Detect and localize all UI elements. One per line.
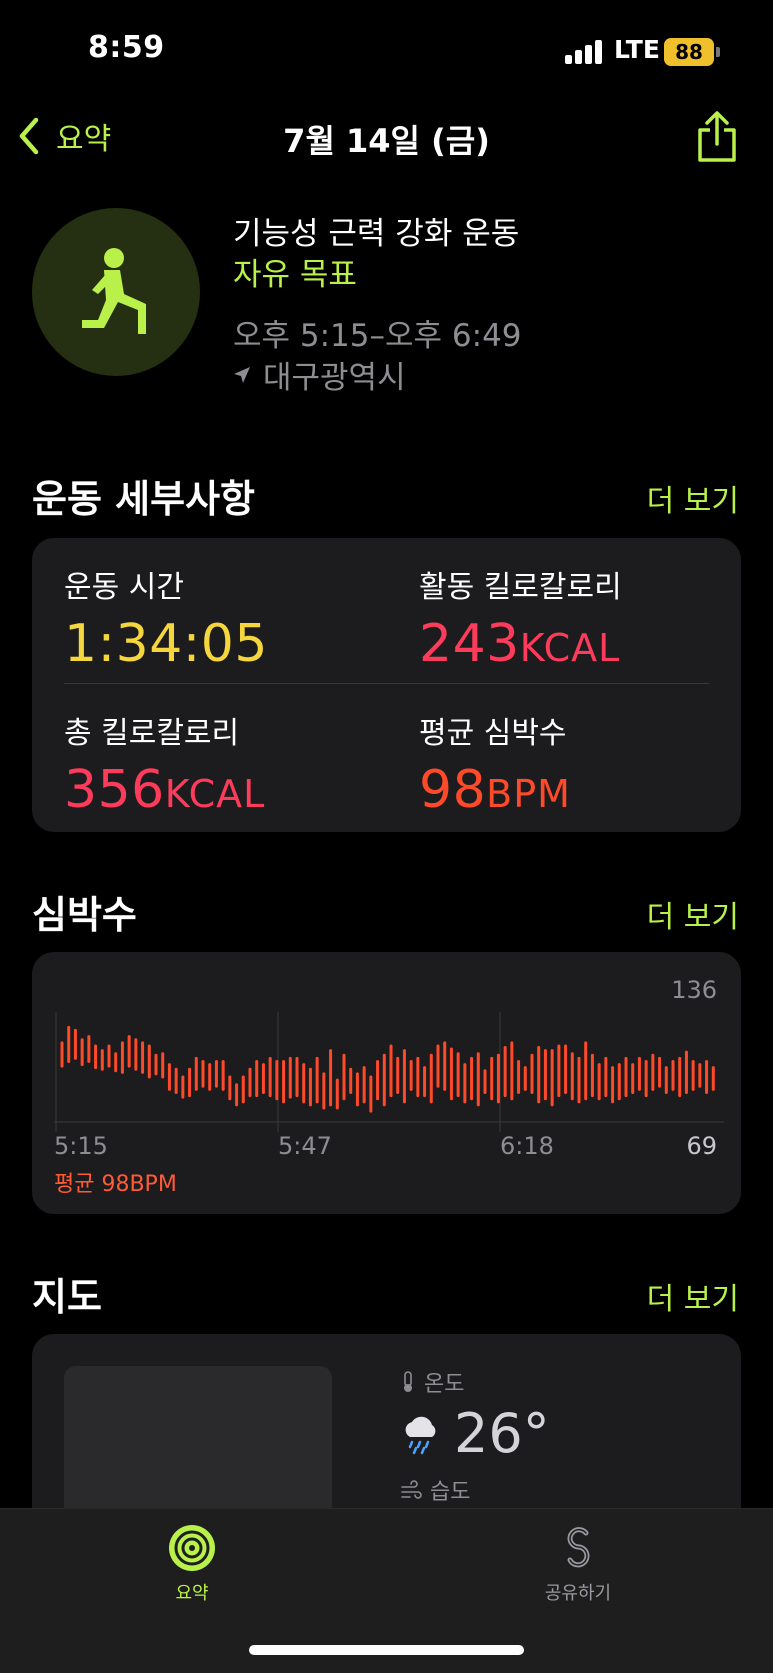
workout-location: 대구광역시 [233,352,406,397]
status-time: 8:59 [88,30,165,65]
hr-average-label: 평균 98BPM [54,1172,177,1197]
details-title: 운동 세부사항 [32,477,255,521]
activity-rings-icon [169,1525,215,1571]
heart-rate-title: 심박수 [32,893,137,937]
battery-icon: 88 [664,38,714,66]
map-card[interactable]: 온도 26° 습도 [32,1334,741,1546]
tab-summary[interactable]: 요약 [122,1523,262,1605]
map-more-button[interactable]: 더 보기 [647,1274,739,1318]
x-tick-label: 5:47 [278,1132,332,1160]
temperature-label: 온도 [400,1366,464,1398]
metric-value: 356KCAL [64,760,266,820]
heart-rate-more-button[interactable]: 더 보기 [647,892,739,936]
x-tick-label: 6:18 [500,1132,554,1160]
divider [64,683,709,684]
sharing-icon [567,1527,590,1568]
signal-icon [565,40,605,64]
metric-label: 운동 시간 [64,570,184,605]
details-more-button[interactable]: 더 보기 [647,476,739,520]
page-title: 7월 14일 (금) [283,122,490,160]
status-bar: 8:59 LTE 88 [0,0,773,100]
hr-max-label: 136 [671,976,717,1004]
heart-rate-chart [54,1012,724,1132]
tab-sharing[interactable]: 공유하기 [508,1523,648,1605]
temperature-value: 26° [400,1402,550,1465]
metric-duration: 운동 시간 1:34:05 [64,562,268,674]
share-button[interactable] [695,110,739,164]
workout-name: 기능성 근력 강화 운동 [233,216,520,252]
thermometer-icon [404,1371,412,1392]
strength-training-icon [82,248,146,334]
metric-active-calories: 활동 킬로칼로리 243KCAL [419,562,622,674]
battery-cap [716,47,720,57]
details-card[interactable]: 운동 시간 1:34:05 활동 킬로칼로리 243KCAL 총 킬로칼로리 3… [32,538,741,832]
rain-cloud-icon [405,1416,436,1454]
metric-total-calories: 총 킬로칼로리 356KCAL [64,708,265,820]
metric-label: 총 킬로칼로리 [64,716,240,751]
location-arrow-icon [234,366,250,383]
hr-min-label: 69 [686,1132,717,1160]
tab-label: 요약 [175,1583,209,1604]
metric-avg-heart-rate: 평균 심박수 98BPM [419,708,571,820]
map-title: 지도 [32,1275,102,1319]
home-indicator [249,1645,524,1655]
network-label: LTE [614,35,660,64]
share-icon [698,111,736,162]
tab-label: 공유하기 [544,1583,612,1604]
metric-value: 243KCAL [419,614,621,674]
metric-value: 1:34:05 [64,614,268,674]
metric-value: 98BPM [419,760,571,820]
location-label: 대구광역시 [263,360,406,396]
metric-label: 활동 킬로칼로리 [419,570,622,605]
metric-label: 평균 심박수 [419,716,567,751]
humidity-label: 습도 [400,1474,470,1506]
x-tick-label: 5:15 [54,1132,108,1160]
wind-icon [401,1480,422,1499]
workout-time-range: 오후 5:15–오후 6:49 [233,318,522,354]
heart-rate-card[interactable]: 136 5:15 5:47 6:18 69 평균 98BPM [32,952,741,1214]
workout-goal: 자유 목표 [233,257,357,293]
workout-icon [32,208,200,376]
